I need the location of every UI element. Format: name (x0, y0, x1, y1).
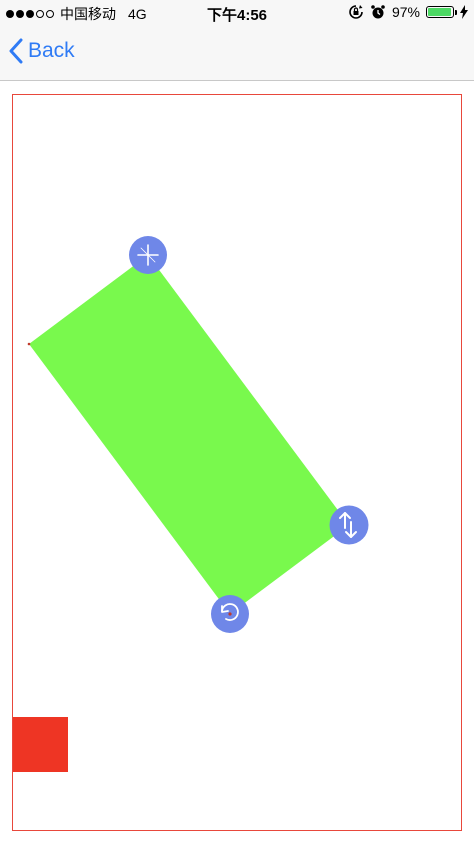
editor-stage (27, 236, 369, 633)
shape-anchor-point (27, 342, 31, 346)
move-handle[interactable] (129, 236, 167, 274)
resize-handle-circle[interactable] (329, 505, 369, 545)
resize-handle[interactable] (329, 505, 369, 545)
transformable-shape[interactable] (29, 255, 349, 614)
red-swatch[interactable] (13, 717, 68, 772)
rotate-handle[interactable] (211, 595, 249, 633)
